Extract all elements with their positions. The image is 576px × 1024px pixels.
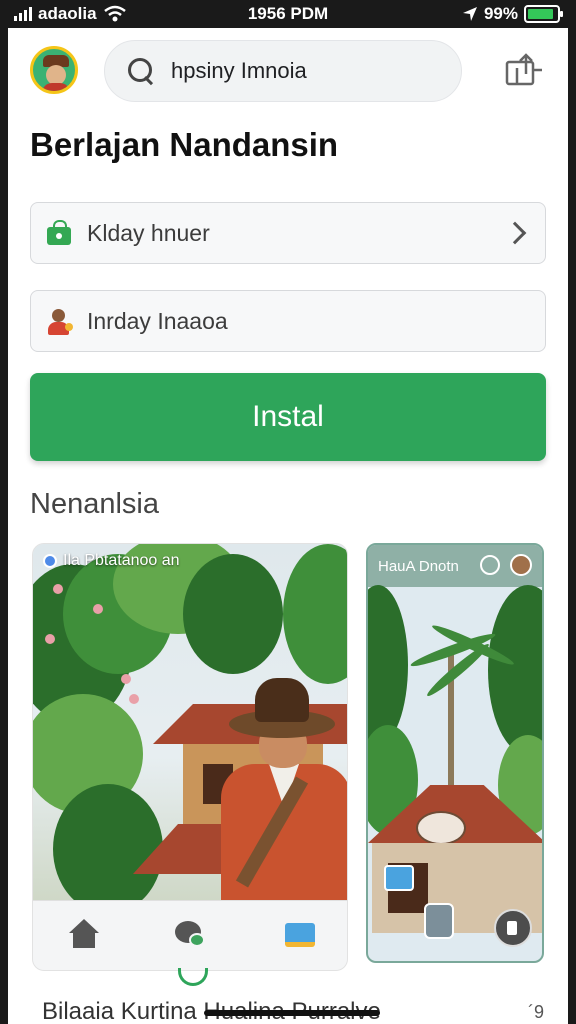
top-bar — [8, 28, 568, 114]
chevron-right-icon[interactable] — [501, 218, 531, 248]
action-round-button[interactable] — [494, 909, 532, 947]
bottom-right-label: ´9 — [527, 1002, 544, 1022]
side-card-header: HauA Dnotn — [368, 545, 542, 587]
green-indicator — [178, 968, 208, 986]
link-icon[interactable] — [480, 555, 500, 575]
photo-caption: Ila Pbtatanoo an — [43, 552, 180, 570]
main-photo-card[interactable]: Ila Pbtatanoo an — [32, 543, 348, 971]
home-indicator[interactable] — [204, 1010, 380, 1016]
card-bottom-nav — [33, 900, 347, 970]
side-card-title: HauA Dnotn — [378, 557, 459, 575]
village-photo: Ila Pbtatanoo an — [33, 544, 347, 900]
search-icon — [125, 55, 157, 87]
field-2-text: Inrday Inaaoa — [87, 307, 228, 334]
location-arrow-icon — [462, 7, 477, 21]
app-screen: Berlajan Nandansin Klday hnuer Inrday In… — [8, 28, 568, 1024]
search-input[interactable] — [171, 58, 431, 84]
mini-avatar[interactable] — [510, 554, 532, 576]
avatar-body — [42, 83, 70, 91]
person-icon — [45, 307, 73, 335]
chat-icon[interactable] — [173, 919, 207, 953]
grid-app-icon — [424, 903, 454, 939]
location-pin-icon — [43, 554, 57, 568]
side-photo-card[interactable]: HauA Dnotn — [366, 543, 544, 963]
battery-fill — [528, 9, 554, 19]
avatar[interactable] — [30, 46, 78, 94]
home-icon[interactable] — [67, 919, 101, 953]
share-icon[interactable] — [504, 52, 544, 88]
field-row-2[interactable]: Inrday Inaaoa — [30, 290, 546, 352]
field-1-text: Klday hnuer — [87, 219, 210, 246]
field-row-1[interactable]: Klday hnuer — [30, 202, 546, 264]
search-bar[interactable] — [104, 40, 462, 102]
install-button[interactable]: Instal — [30, 373, 546, 461]
section-title: Nenanlsia — [30, 488, 159, 520]
battery-icon — [524, 5, 563, 23]
avatar-face — [46, 65, 66, 85]
app-badge-icon — [384, 865, 414, 891]
photo-caption-text: Ila Pbtatanoo an — [63, 552, 180, 569]
message-icon[interactable] — [283, 919, 317, 953]
status-bar: adaolia 1956 PDM 99% — [0, 0, 576, 28]
status-right: 99% — [462, 4, 563, 24]
battery-percent: 99% — [483, 4, 518, 23]
page-title: Berlajan Nandansin — [30, 126, 339, 163]
shopping-bag-icon — [45, 219, 73, 247]
